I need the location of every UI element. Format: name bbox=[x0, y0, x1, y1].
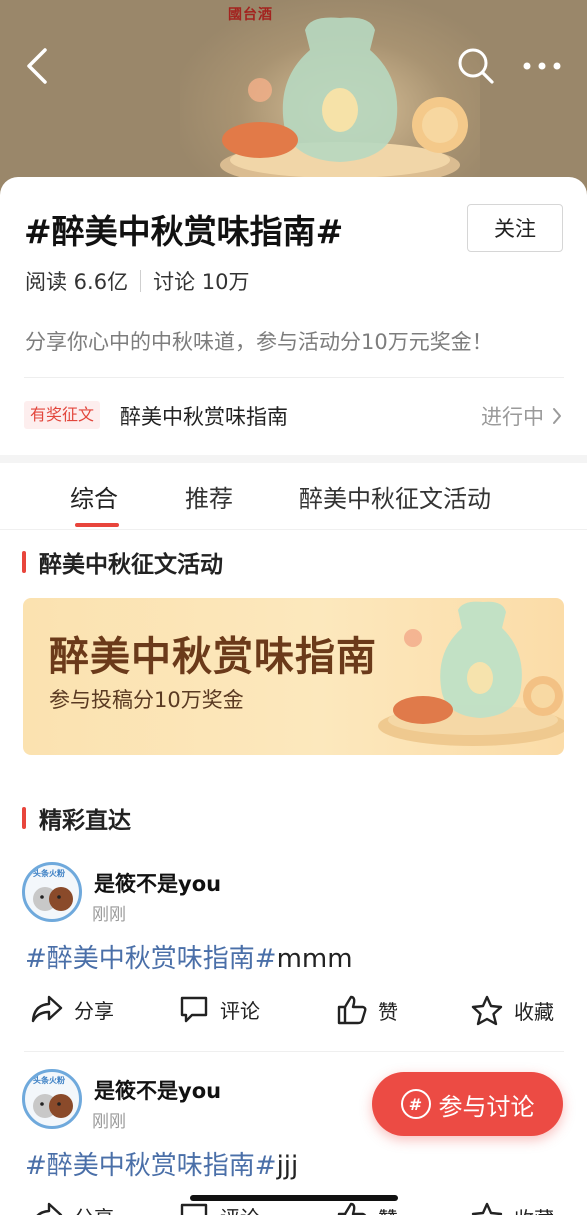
post-content[interactable]: #醉美中秋赏味指南#jjj bbox=[25, 1145, 298, 1182]
star-icon bbox=[471, 995, 503, 1026]
topic-header-card: #醉美中秋赏味指南# 关注 阅读 6.6亿 讨论 10万 分享你心中的中秋味道，… bbox=[0, 177, 587, 455]
favorite-button[interactable]: 收藏 bbox=[470, 994, 554, 1026]
topic-title: #醉美中秋赏味指南# bbox=[24, 212, 344, 251]
section-title-text: 精彩直达 bbox=[39, 808, 131, 834]
comment-icon bbox=[180, 1203, 208, 1215]
event-status: 进行中 bbox=[481, 401, 562, 431]
hero-brand-logo: 國台酒 bbox=[228, 7, 273, 23]
share-button[interactable]: 分享 bbox=[30, 994, 114, 1024]
share-label: 分享 bbox=[74, 998, 114, 1023]
star-icon bbox=[471, 1202, 503, 1215]
section-accent-bar bbox=[22, 807, 26, 829]
topic-tabs: 综合 推荐 醉美中秋征文活动 bbox=[0, 463, 587, 530]
section-accent-bar bbox=[22, 551, 26, 573]
avatar[interactable]: 头条火粉 bbox=[22, 1069, 82, 1129]
event-status-label: 进行中 bbox=[481, 405, 544, 429]
dog-avatar-icon bbox=[33, 887, 73, 911]
more-button[interactable] bbox=[518, 42, 566, 90]
favorite-label: 收藏 bbox=[514, 999, 554, 1024]
like-button[interactable]: 赞 bbox=[336, 1201, 398, 1215]
thumbs-up-icon bbox=[337, 1202, 366, 1215]
event-badge: 有奖征文 bbox=[24, 401, 101, 429]
favorite-label: 收藏 bbox=[514, 1203, 554, 1215]
post-text: jjj bbox=[276, 1151, 299, 1181]
avatar-badge-text: 头条火粉 bbox=[33, 869, 65, 878]
back-button[interactable] bbox=[14, 42, 62, 90]
promo-title: 醉美中秋赏味指南 bbox=[49, 633, 377, 680]
tab-general[interactable]: 综合 bbox=[70, 479, 118, 514]
post-actions: 分享 评论 赞 收藏 bbox=[0, 1201, 587, 1215]
search-button[interactable] bbox=[452, 42, 500, 90]
share-button[interactable]: 分享 bbox=[30, 1201, 114, 1215]
avatar-badge-text: 头条火粉 bbox=[33, 1076, 65, 1085]
post-author[interactable]: 是筱不是you bbox=[94, 1075, 221, 1105]
post-author[interactable]: 是筱不是you bbox=[94, 868, 221, 898]
discussion-count: 讨论 10万 bbox=[153, 270, 250, 294]
section-title-highlights: 精彩直达 bbox=[22, 801, 131, 835]
promo-subtitle: 参与投稿分10万奖金 bbox=[49, 688, 244, 712]
tab-recommended[interactable]: 推荐 bbox=[185, 479, 233, 514]
post-topic-tag[interactable]: #醉美中秋赏味指南# bbox=[25, 944, 277, 974]
comment-button[interactable]: 评论 bbox=[178, 1201, 260, 1215]
share-icon bbox=[36, 1202, 63, 1215]
avatar[interactable]: 头条火粉 bbox=[22, 862, 82, 922]
share-icon bbox=[31, 995, 63, 1023]
card-divider bbox=[24, 377, 564, 378]
comment-icon bbox=[180, 996, 208, 1023]
like-label: 赞 bbox=[378, 1203, 398, 1215]
hero-illustration bbox=[220, 17, 468, 187]
promo-illustration bbox=[378, 601, 564, 746]
follow-button[interactable]: 关注 bbox=[467, 204, 563, 252]
section-title-text: 醉美中秋征文活动 bbox=[39, 552, 223, 578]
topic-hero-banner: 國台酒 bbox=[0, 0, 587, 200]
post-content[interactable]: #醉美中秋赏味指南#mmm bbox=[25, 938, 353, 975]
like-button[interactable]: 赞 bbox=[336, 994, 398, 1026]
event-promo-banner[interactable]: 醉美中秋赏味指南 参与投稿分10万奖金 bbox=[23, 598, 564, 755]
chevron-left-icon bbox=[27, 48, 47, 84]
share-label: 分享 bbox=[74, 1202, 114, 1215]
dog-avatar-icon bbox=[33, 1094, 73, 1118]
like-label: 赞 bbox=[378, 999, 398, 1024]
chevron-right-icon bbox=[553, 408, 561, 424]
comment-label: 评论 bbox=[220, 998, 260, 1023]
event-name: 醉美中秋赏味指南 bbox=[120, 405, 288, 429]
active-tab-indicator bbox=[75, 523, 119, 527]
tab-essay-event[interactable]: 醉美中秋征文活动 bbox=[299, 479, 491, 514]
thumbs-up-icon bbox=[337, 995, 367, 1025]
comment-label: 评论 bbox=[220, 1202, 260, 1215]
topic-description: 分享你心中的中秋味道，参与活动分10万元奖金！ bbox=[25, 330, 493, 354]
event-entry-row[interactable]: 有奖征文 醉美中秋赏味指南 进行中 bbox=[22, 391, 562, 439]
more-dots-icon bbox=[523, 62, 561, 70]
post-divider bbox=[24, 1051, 564, 1052]
post-actions: 分享 评论 赞 收藏 bbox=[0, 994, 587, 1034]
read-count: 阅读 6.6亿 bbox=[25, 270, 129, 294]
post-time: 刚刚 bbox=[92, 905, 126, 925]
favorite-button[interactable]: 收藏 bbox=[470, 1201, 554, 1215]
post-topic-tag[interactable]: #醉美中秋赏味指南# bbox=[25, 1151, 277, 1181]
section-separator bbox=[0, 455, 587, 463]
join-discussion-label: 参与讨论 bbox=[438, 1092, 535, 1121]
comment-button[interactable]: 评论 bbox=[178, 994, 260, 1024]
post-text: mmm bbox=[276, 944, 353, 974]
topic-stats: 阅读 6.6亿 讨论 10万 bbox=[25, 266, 249, 296]
search-icon bbox=[458, 48, 494, 84]
section-title-event: 醉美中秋征文活动 bbox=[22, 545, 223, 579]
hashtag-icon: # bbox=[400, 1089, 431, 1119]
join-discussion-button[interactable]: # 参与讨论 bbox=[372, 1072, 563, 1136]
home-indicator[interactable] bbox=[190, 1195, 398, 1201]
stats-divider bbox=[140, 270, 142, 292]
post-time: 刚刚 bbox=[92, 1112, 126, 1132]
